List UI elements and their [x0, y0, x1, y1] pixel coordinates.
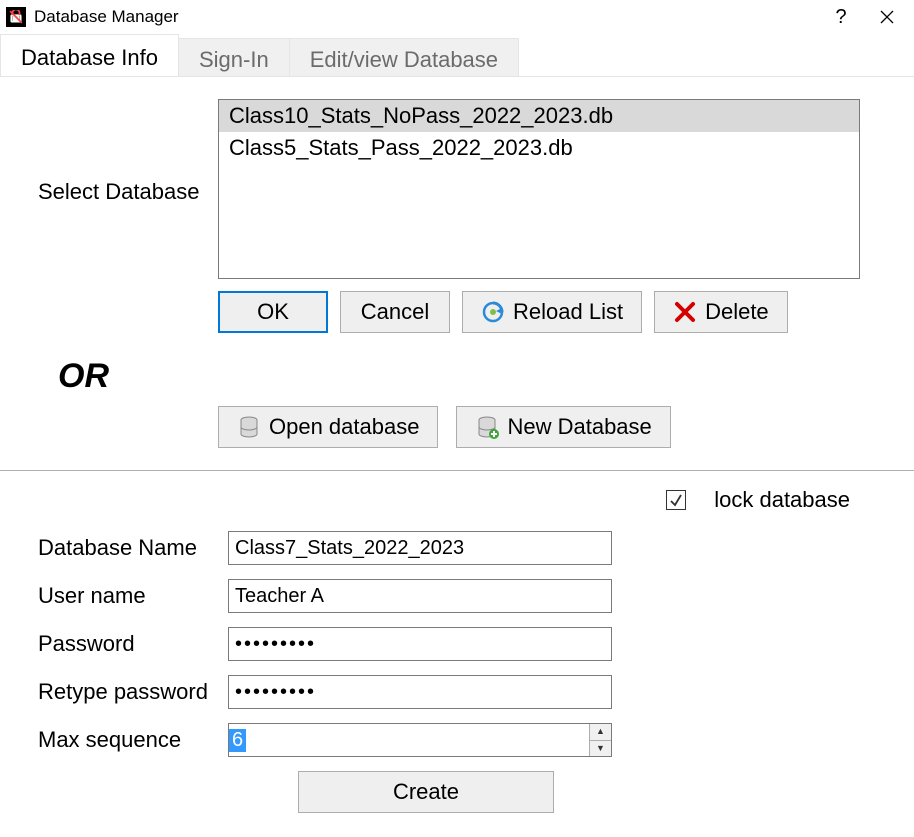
delete-button[interactable]: Delete: [654, 291, 788, 333]
button-label: OK: [257, 299, 289, 325]
database-name-input[interactable]: [228, 531, 612, 565]
max-sequence-label: Max sequence: [38, 727, 228, 753]
lock-database-label: lock database: [714, 487, 850, 513]
spinner-up[interactable]: ▲: [590, 724, 611, 740]
new-database-form: Database Name User name Password Retype …: [38, 531, 914, 813]
close-button[interactable]: [864, 1, 910, 33]
open-database-button[interactable]: Open database: [218, 406, 438, 448]
ok-button[interactable]: OK: [218, 291, 328, 333]
list-item-label: Class5_Stats_Pass_2022_2023.db: [229, 135, 573, 160]
button-label: Open database: [269, 414, 419, 440]
list-button-row: OK Cancel Reload List Delete: [218, 291, 860, 333]
list-item-label: Class10_Stats_NoPass_2022_2023.db: [229, 103, 613, 128]
button-label: Cancel: [361, 299, 429, 325]
tab-label: Edit/view Database: [310, 47, 498, 73]
tab-sign-in[interactable]: Sign-In: [178, 38, 290, 76]
delete-icon: [673, 300, 697, 324]
create-button[interactable]: Create: [298, 771, 554, 813]
new-database-button[interactable]: New Database: [456, 406, 670, 448]
lock-database-checkbox[interactable]: [666, 490, 686, 510]
select-database-section: Select Database Class10_Stats_NoPass_202…: [0, 77, 914, 279]
app-icon: [6, 7, 26, 27]
window-title: Database Manager: [34, 7, 179, 27]
titlebar: Database Manager ?: [0, 0, 914, 34]
database-list[interactable]: Class10_Stats_NoPass_2022_2023.db Class5…: [218, 99, 860, 279]
tab-label: Sign-In: [199, 47, 269, 73]
list-item[interactable]: Class5_Stats_Pass_2022_2023.db: [219, 132, 859, 164]
database-new-icon: [475, 415, 499, 439]
reload-list-button[interactable]: Reload List: [462, 291, 642, 333]
tab-edit-view-database[interactable]: Edit/view Database: [289, 38, 519, 76]
database-name-label: Database Name: [38, 535, 228, 561]
tab-database-info[interactable]: Database Info: [0, 34, 179, 76]
or-separator: OR: [58, 357, 914, 396]
spinner-down[interactable]: ▼: [590, 740, 611, 757]
lock-database-row: lock database: [0, 481, 914, 513]
button-label: New Database: [507, 414, 651, 440]
max-sequence-spinner[interactable]: 6 ▲ ▼: [228, 723, 612, 757]
select-database-label: Select Database: [38, 179, 218, 279]
list-item[interactable]: Class10_Stats_NoPass_2022_2023.db: [219, 100, 859, 132]
retype-password-label: Retype password: [38, 679, 228, 705]
divider: [0, 470, 914, 471]
max-sequence-input[interactable]: [246, 724, 589, 756]
cancel-button[interactable]: Cancel: [340, 291, 450, 333]
retype-password-input[interactable]: [228, 675, 612, 709]
button-label: Reload List: [513, 299, 623, 325]
password-input[interactable]: [228, 627, 612, 661]
max-sequence-value: 6: [229, 729, 246, 752]
open-new-row: Open database New Database: [218, 406, 914, 462]
reload-icon: [481, 300, 505, 324]
tab-label: Database Info: [21, 45, 158, 71]
help-button[interactable]: ?: [818, 1, 864, 33]
tab-bar: Database Info Sign-In Edit/view Database: [0, 34, 914, 77]
button-label: Create: [393, 779, 459, 805]
username-input[interactable]: [228, 579, 612, 613]
password-label: Password: [38, 631, 228, 657]
button-label: Delete: [705, 299, 769, 325]
username-label: User name: [38, 583, 228, 609]
database-open-icon: [237, 415, 261, 439]
